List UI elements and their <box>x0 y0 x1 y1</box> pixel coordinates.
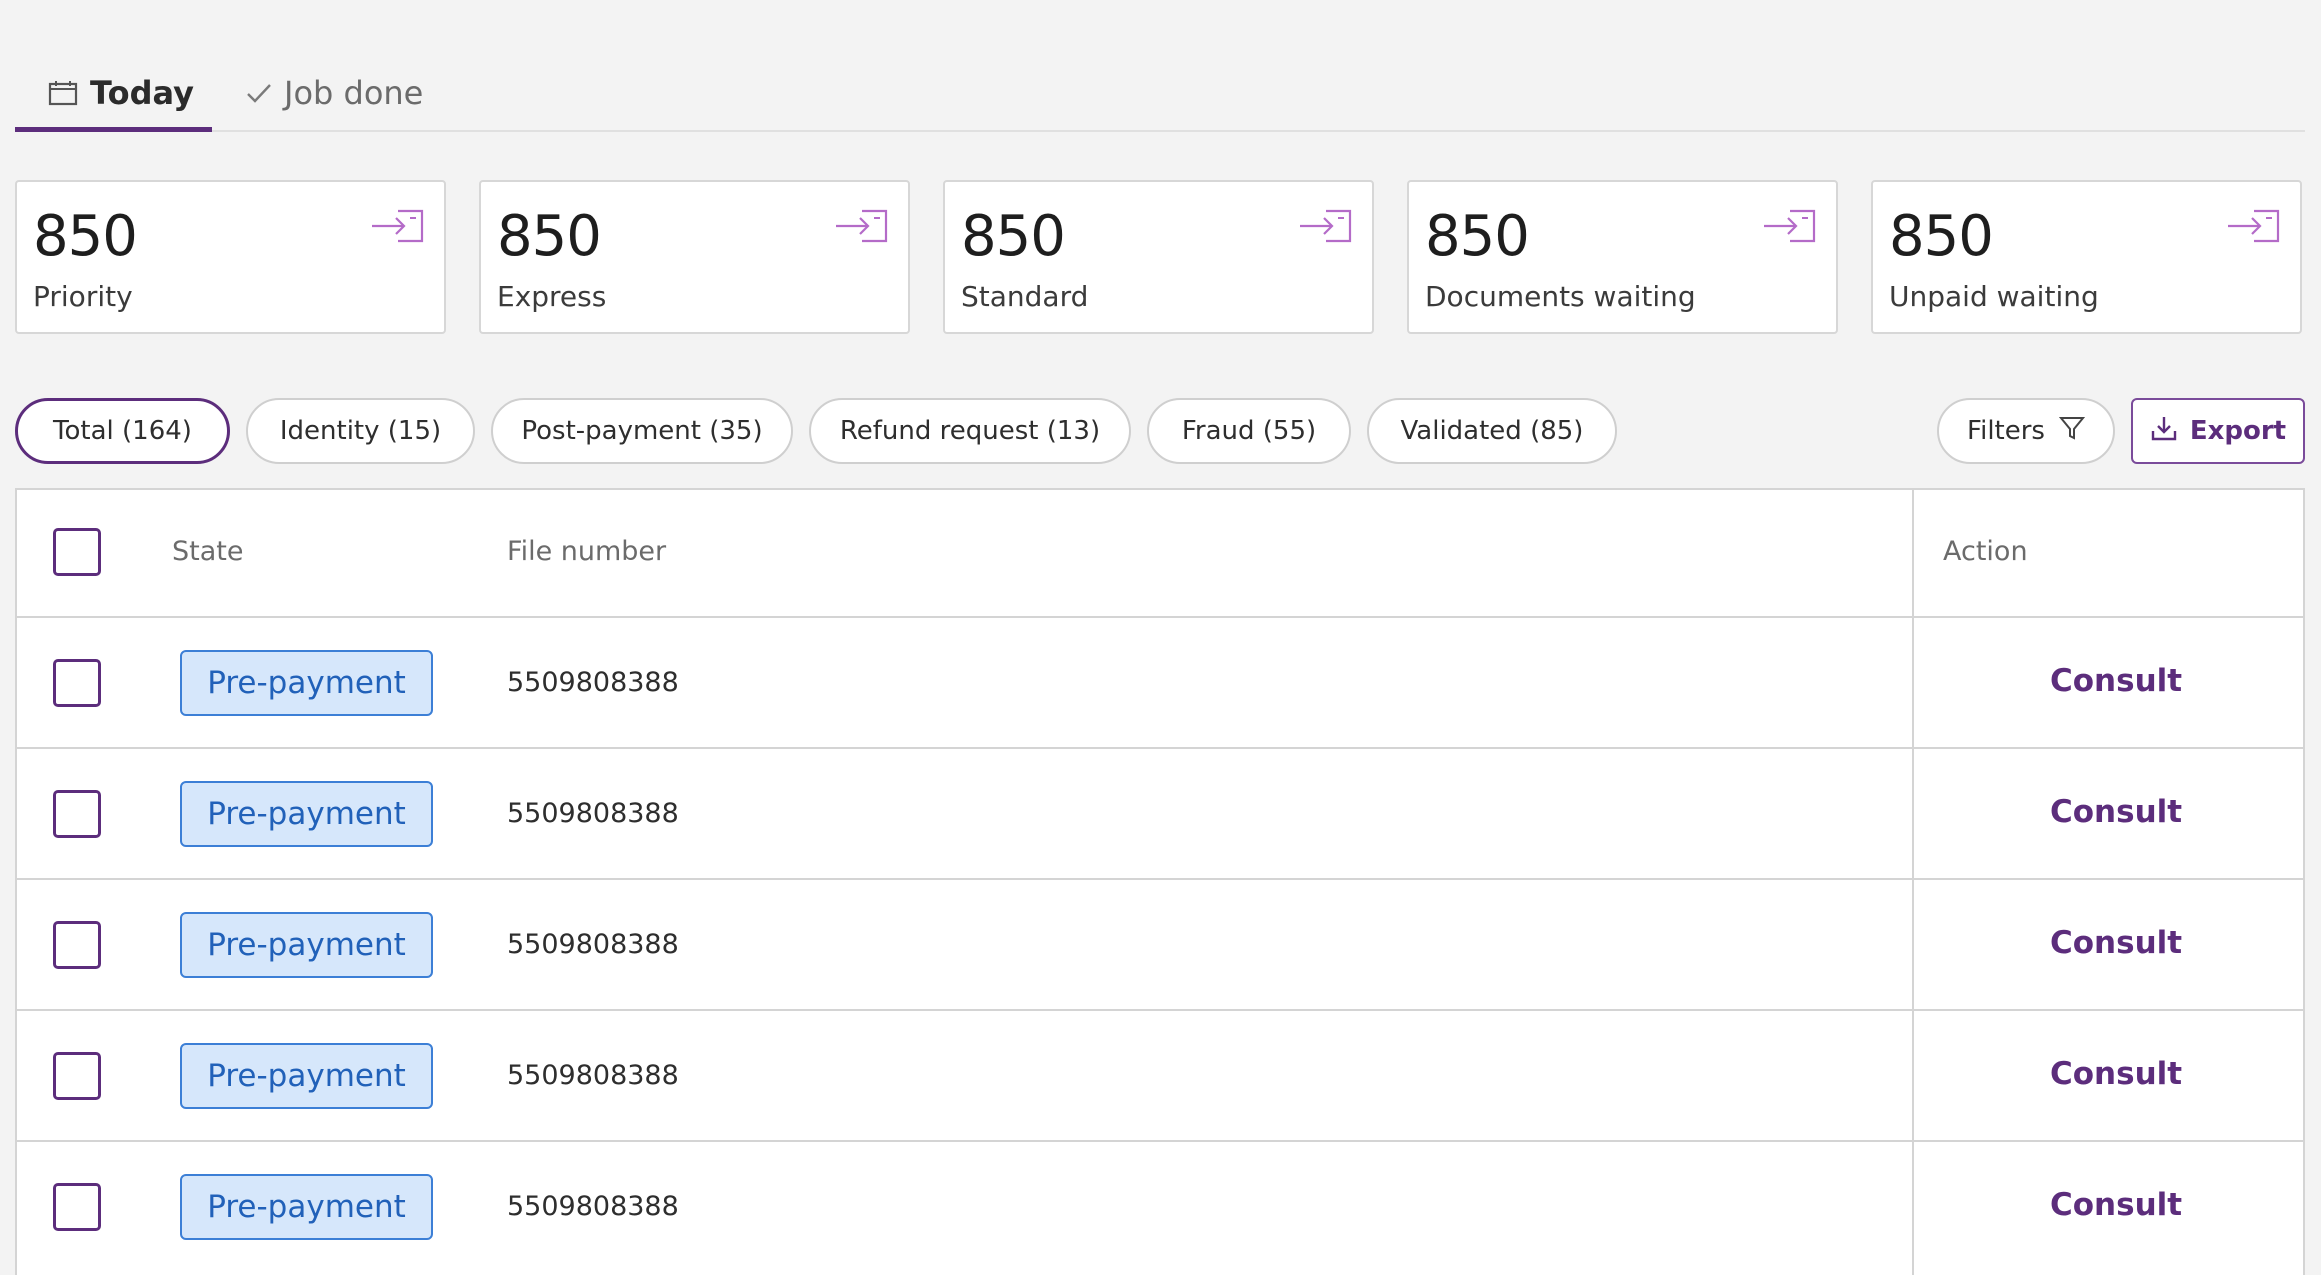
consult-link[interactable]: Consult <box>2050 794 2182 830</box>
card-value: 850 <box>33 204 138 269</box>
files-table: State File number Action Pre-payment 550… <box>15 488 2305 1275</box>
enter-icon[interactable] <box>2226 208 2282 248</box>
tab-today[interactable]: Today <box>15 58 212 132</box>
row-checkbox[interactable] <box>53 659 101 707</box>
card-label: Documents waiting <box>1425 280 1696 313</box>
header-file-number: File number <box>507 536 667 567</box>
check-icon <box>246 82 272 104</box>
file-number: 5509808388 <box>507 1060 679 1091</box>
state-badge: Pre-payment <box>180 781 433 847</box>
consult-link[interactable]: Consult <box>2050 1056 2182 1092</box>
file-number: 5509808388 <box>507 667 679 698</box>
chip-post-payment[interactable]: Post-payment (35) <box>491 398 793 464</box>
view-tabs: Today Job done <box>15 58 2305 132</box>
filters-button[interactable]: Filters <box>1937 398 2115 464</box>
table-row: Pre-payment 5509808388 Consult <box>17 749 2303 880</box>
tab-job-done[interactable]: Job done <box>212 56 457 130</box>
consult-link[interactable]: Consult <box>2050 925 2182 961</box>
enter-icon[interactable] <box>370 208 426 248</box>
chip-validated[interactable]: Validated (85) <box>1367 398 1617 464</box>
filter-chips: Total (164) Identity (15) Post-payment (… <box>15 398 2305 464</box>
state-badge: Pre-payment <box>180 1174 433 1240</box>
file-number: 5509808388 <box>507 798 679 829</box>
select-all-checkbox[interactable] <box>53 528 101 576</box>
card-value: 850 <box>497 204 602 269</box>
card-documents-waiting[interactable]: 850 Documents waiting <box>1407 180 1838 334</box>
table-toolbar: Filters Export <box>1937 398 2305 464</box>
card-label: Priority <box>33 280 133 313</box>
header-state: State <box>172 536 244 567</box>
card-label: Standard <box>961 280 1089 313</box>
filter-icon <box>2058 415 2086 448</box>
table-header-row: State File number Action <box>17 490 2303 618</box>
card-value: 850 <box>961 204 1066 269</box>
row-checkbox[interactable] <box>53 1052 101 1100</box>
chip-fraud[interactable]: Fraud (55) <box>1147 398 1351 464</box>
enter-icon[interactable] <box>834 208 890 248</box>
chip-total[interactable]: Total (164) <box>15 398 230 464</box>
header-action: Action <box>1943 536 2028 567</box>
card-label: Express <box>497 280 607 313</box>
chip-identity[interactable]: Identity (15) <box>246 398 475 464</box>
dashboard-page: Today Job done 850 Priority 850 Express … <box>0 0 2321 1275</box>
card-value: 850 <box>1425 204 1530 269</box>
table-row: Pre-payment 5509808388 Consult <box>17 1142 2303 1273</box>
table-row: Pre-payment 5509808388 Consult <box>17 618 2303 749</box>
state-badge: Pre-payment <box>180 650 433 716</box>
row-checkbox[interactable] <box>53 790 101 838</box>
card-priority[interactable]: 850 Priority <box>15 180 446 334</box>
enter-icon[interactable] <box>1762 208 1818 248</box>
tab-today-label: Today <box>90 73 194 112</box>
download-icon <box>2150 414 2178 449</box>
export-label: Export <box>2189 416 2287 446</box>
card-value: 850 <box>1889 204 1994 269</box>
card-unpaid-waiting[interactable]: 850 Unpaid waiting <box>1871 180 2302 334</box>
card-express[interactable]: 850 Express <box>479 180 910 334</box>
stat-cards: 850 Priority 850 Express 850 Standard 85… <box>15 180 2305 334</box>
file-number: 5509808388 <box>507 1191 679 1222</box>
table-row: Pre-payment 5509808388 Consult <box>17 1011 2303 1142</box>
state-badge: Pre-payment <box>180 912 433 978</box>
export-button[interactable]: Export <box>2131 398 2305 464</box>
enter-icon[interactable] <box>1298 208 1354 248</box>
tab-job-done-label: Job done <box>284 74 424 112</box>
consult-link[interactable]: Consult <box>2050 663 2182 699</box>
calendar-icon <box>48 80 78 106</box>
card-label: Unpaid waiting <box>1889 280 2099 313</box>
table-row: Pre-payment 5509808388 Consult <box>17 880 2303 1011</box>
filters-label: Filters <box>1967 416 2045 446</box>
file-number: 5509808388 <box>507 929 679 960</box>
state-badge: Pre-payment <box>180 1043 433 1109</box>
chip-refund-request[interactable]: Refund request (13) <box>809 398 1131 464</box>
consult-link[interactable]: Consult <box>2050 1187 2182 1223</box>
card-standard[interactable]: 850 Standard <box>943 180 1374 334</box>
row-checkbox[interactable] <box>53 1183 101 1231</box>
row-checkbox[interactable] <box>53 921 101 969</box>
